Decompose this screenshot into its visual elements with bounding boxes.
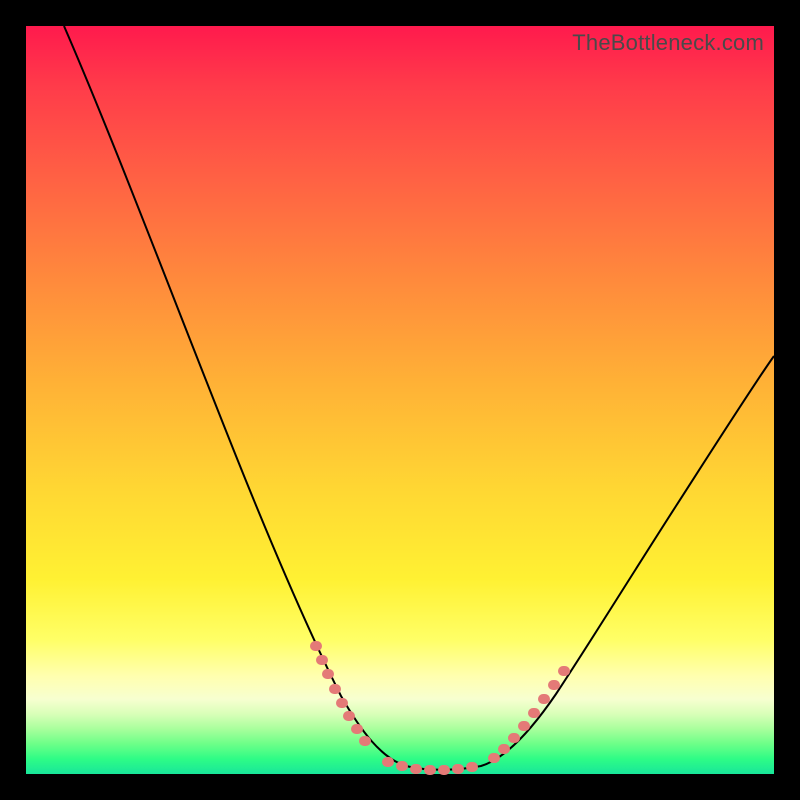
right-wall-markers bbox=[488, 666, 570, 763]
curve-marker bbox=[329, 684, 341, 694]
curve-marker bbox=[343, 711, 355, 721]
curve-marker bbox=[518, 721, 530, 731]
curve-svg bbox=[26, 26, 774, 774]
curve-marker bbox=[438, 765, 450, 775]
curve-marker bbox=[538, 694, 550, 704]
curve-marker bbox=[316, 655, 328, 665]
curve-marker bbox=[322, 669, 334, 679]
curve-marker bbox=[424, 765, 436, 775]
curve-marker bbox=[508, 733, 520, 743]
curve-marker bbox=[359, 736, 371, 746]
plot-area: TheBottleneck.com bbox=[26, 26, 774, 774]
curve-marker bbox=[466, 762, 478, 772]
chart-frame: TheBottleneck.com bbox=[0, 0, 800, 800]
curve-marker bbox=[310, 641, 322, 651]
floor-markers bbox=[382, 757, 478, 775]
curve-marker bbox=[351, 724, 363, 734]
curve-marker bbox=[488, 753, 500, 763]
curve-marker bbox=[336, 698, 348, 708]
curve-marker bbox=[558, 666, 570, 676]
curve-marker bbox=[528, 708, 540, 718]
curve-marker bbox=[382, 757, 394, 767]
bottleneck-curve bbox=[64, 26, 774, 770]
curve-marker bbox=[498, 744, 510, 754]
curve-marker bbox=[410, 764, 422, 774]
curve-marker bbox=[452, 764, 464, 774]
curve-marker bbox=[548, 680, 560, 690]
curve-marker bbox=[396, 761, 408, 771]
